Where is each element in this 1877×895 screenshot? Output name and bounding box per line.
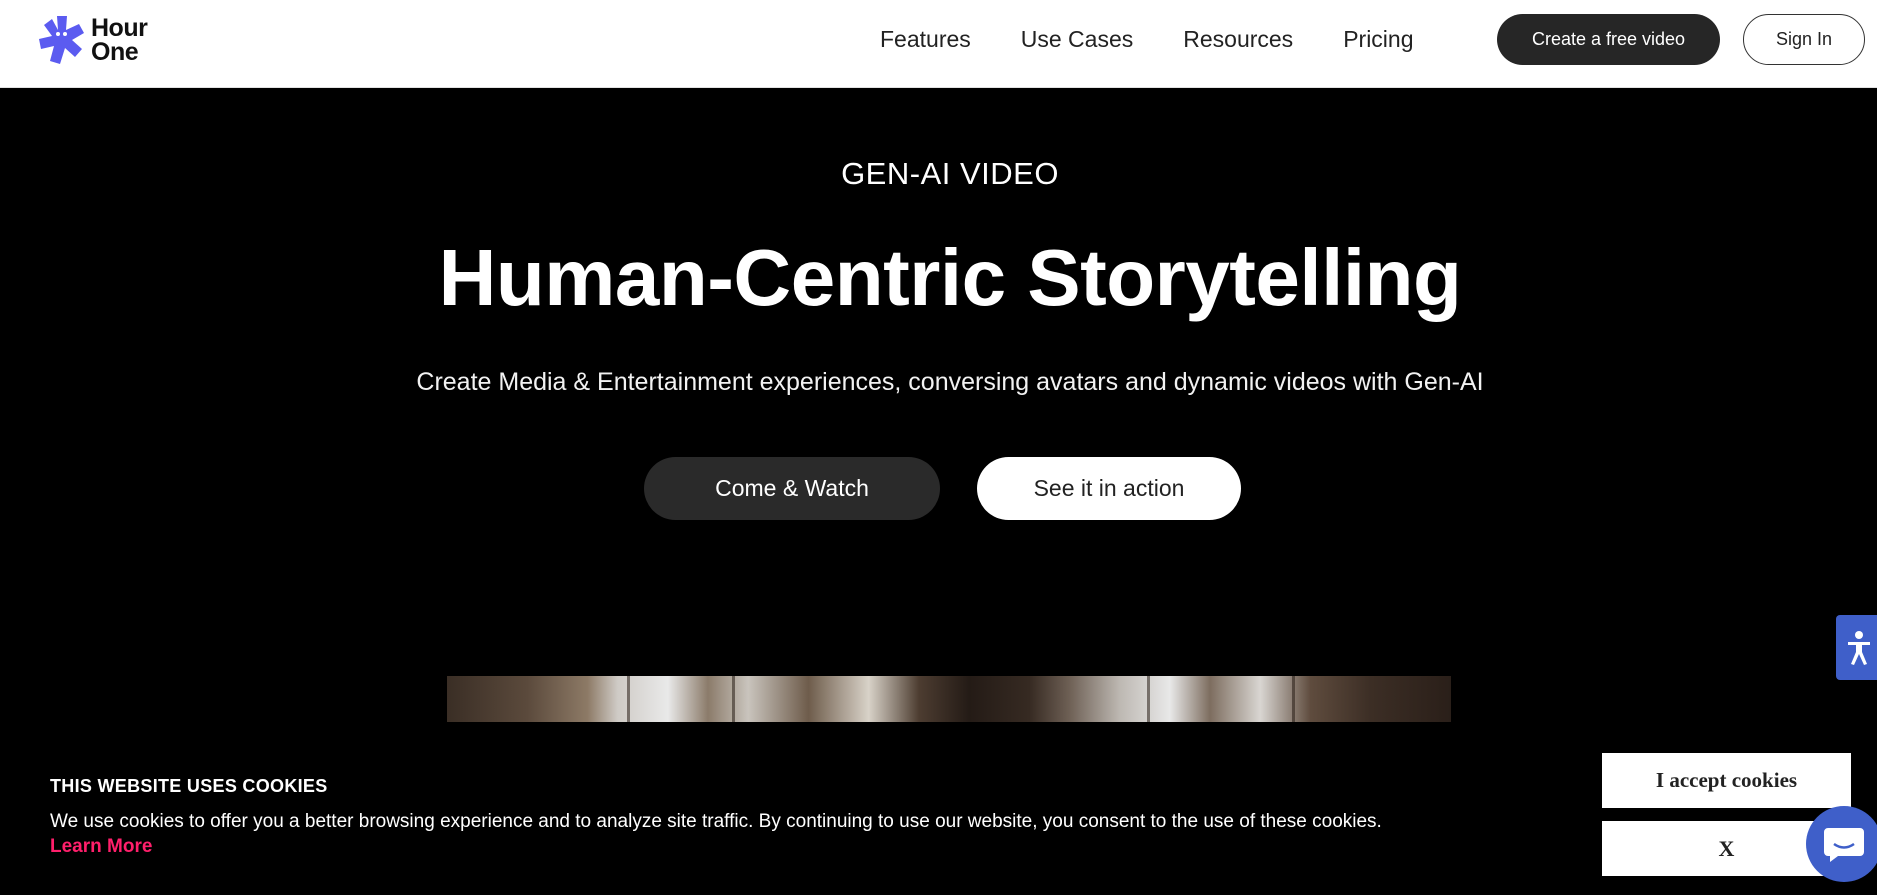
video-frame-detail xyxy=(1292,676,1295,722)
nav-item-features[interactable]: Features xyxy=(880,26,971,53)
logo-text: Hour One xyxy=(91,14,148,66)
nav-item-use-cases[interactable]: Use Cases xyxy=(1021,26,1133,53)
logo-text-line2: One xyxy=(91,38,139,66)
hero-subtitle: Create Media & Entertainment experiences… xyxy=(416,368,1484,396)
nav-item-resources[interactable]: Resources xyxy=(1183,26,1293,53)
logo-text-line1: Hour xyxy=(91,14,148,42)
video-frame-detail xyxy=(1147,676,1150,722)
chat-button[interactable] xyxy=(1806,806,1877,882)
accessibility-button[interactable] xyxy=(1836,615,1877,680)
cookie-text: We use cookies to offer you a better bro… xyxy=(50,811,1382,832)
site-header: Hour One Features Use Cases Resources Pr… xyxy=(0,0,1877,88)
come-and-watch-button[interactable]: Come & Watch xyxy=(644,457,940,520)
logo[interactable]: Hour One xyxy=(37,12,167,68)
hero-video[interactable] xyxy=(447,676,1451,722)
learn-more-link[interactable]: Learn More xyxy=(50,836,152,858)
video-frame-detail xyxy=(732,676,735,722)
main-nav: Features Use Cases Resources Pricing xyxy=(880,0,1414,78)
nav-item-pricing[interactable]: Pricing xyxy=(1343,26,1413,53)
chat-icon xyxy=(1824,828,1864,862)
accessibility-icon xyxy=(1847,630,1870,665)
cookie-banner: THIS WEBSITE USES COOKIES We use cookies… xyxy=(0,722,1877,895)
sign-in-button[interactable]: Sign In xyxy=(1743,14,1865,65)
see-it-in-action-button[interactable]: See it in action xyxy=(977,457,1241,520)
create-free-video-button[interactable]: Create a free video xyxy=(1497,14,1720,65)
cookie-title: THIS WEBSITE USES COOKIES xyxy=(50,776,328,796)
hour-one-logo-icon xyxy=(39,16,84,64)
hero-title: Human-Centric Storytelling xyxy=(438,233,1462,322)
accept-cookies-button[interactable]: I accept cookies xyxy=(1602,753,1851,808)
hero-eyebrow: GEN-AI VIDEO xyxy=(841,156,1059,191)
video-frame-detail xyxy=(627,676,630,722)
